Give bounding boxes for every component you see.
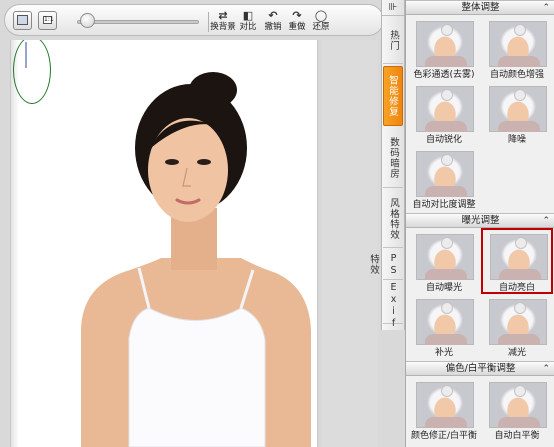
tab-style-effects[interactable]: 风格特效 bbox=[383, 190, 403, 248]
effect-preview bbox=[416, 21, 474, 67]
swap-background-icon: ⇄ bbox=[218, 9, 228, 22]
effect-thumb[interactable]: 自动颜色增强 bbox=[481, 16, 553, 82]
section-title: 曝光调整 bbox=[461, 215, 500, 226]
effect-label: 自动亮白 bbox=[498, 283, 535, 293]
actual-size-icon[interactable]: 1:1 bbox=[38, 11, 57, 30]
restore-icon: ◯ bbox=[314, 9, 328, 22]
effect-preview bbox=[489, 21, 547, 67]
effect-preview bbox=[490, 234, 548, 280]
effect-preview bbox=[416, 299, 474, 345]
tab-exif[interactable]: Exif bbox=[383, 282, 403, 330]
effect-thumb[interactable]: 自动对比度调整 bbox=[408, 146, 480, 212]
effect-thumb[interactable]: 自动锐化 bbox=[408, 81, 480, 147]
effect-thumb[interactable]: 减光 bbox=[481, 294, 553, 360]
restore-button[interactable]: ◯ 还原 bbox=[310, 10, 332, 35]
effect-thumb[interactable]: 自动白平衡 bbox=[481, 377, 553, 443]
effect-label: 自动对比度调整 bbox=[412, 200, 476, 210]
section-overall-adjust[interactable]: 整体调整 ⌃ bbox=[406, 0, 554, 15]
compare-icon: ◧ bbox=[242, 9, 254, 22]
undo-button[interactable]: ↶ 撤销 bbox=[262, 10, 284, 35]
tab-hot[interactable]: 热门 bbox=[383, 18, 403, 64]
effect-preview bbox=[416, 151, 474, 197]
section-title: 偏色/白平衡调整 bbox=[445, 363, 516, 374]
tab-ps-effects[interactable]: PS特效 bbox=[368, 250, 403, 280]
face bbox=[148, 118, 228, 222]
effect-label: 自动曝光 bbox=[425, 283, 462, 293]
toolbar: 1:1 ⇄ 换背景 ◧ 对比 ↶ 撤销 ↷ 重做 ◯ 还原 bbox=[4, 4, 384, 36]
effect-preview bbox=[489, 86, 547, 132]
hair-bun bbox=[189, 72, 237, 108]
collapse-panel-icon[interactable]: ⊪ bbox=[382, 0, 404, 16]
tab-digital-darkroom[interactable]: 数码暗房 bbox=[383, 128, 403, 188]
effect-thumb[interactable]: 降噪 bbox=[481, 81, 553, 147]
section-exposure-adjust[interactable]: 曝光调整 ⌃ bbox=[406, 213, 554, 228]
compare-button[interactable]: ◧ 对比 bbox=[237, 10, 259, 35]
effect-label: 降噪 bbox=[507, 135, 526, 145]
effect-label: 补光 bbox=[434, 348, 453, 358]
effect-preview bbox=[416, 382, 474, 428]
right-eye bbox=[197, 159, 211, 165]
white-dress bbox=[128, 307, 266, 447]
effect-thumb[interactable]: 色彩通透(去雾) bbox=[408, 16, 480, 82]
effect-label: 颜色修正/白平衡 bbox=[410, 431, 478, 441]
effect-label: 减光 bbox=[507, 348, 526, 358]
redo-icon: ↷ bbox=[292, 9, 302, 22]
effect-preview bbox=[489, 382, 547, 428]
redo-button[interactable]: ↷ 重做 bbox=[286, 10, 308, 35]
section-title: 整体调整 bbox=[461, 2, 500, 13]
left-eye bbox=[165, 159, 179, 165]
effect-label: 色彩通透(去雾) bbox=[413, 70, 475, 80]
swap-background-button[interactable]: ⇄ 换背景 bbox=[210, 9, 236, 35]
effect-label: 自动颜色增强 bbox=[489, 70, 544, 80]
adjustment-panel: 整体调整 ⌃ 色彩通透(去雾) 自动颜色增强 自动锐化 降噪 自动对比度调整 曝… bbox=[405, 0, 554, 447]
restore-label: 还原 bbox=[312, 22, 330, 32]
effect-preview bbox=[416, 86, 474, 132]
effect-thumb[interactable]: 颜色修正/白平衡 bbox=[408, 377, 480, 443]
effect-thumb-selected[interactable]: 自动亮白 bbox=[481, 228, 553, 294]
effect-thumb[interactable]: 补光 bbox=[408, 294, 480, 360]
zoom-slider-knob[interactable] bbox=[80, 13, 96, 28]
effect-preview bbox=[416, 234, 474, 280]
annotation-circle bbox=[13, 40, 51, 104]
zoom-slider[interactable] bbox=[77, 20, 199, 24]
fit-screen-icon[interactable] bbox=[13, 11, 32, 30]
portrait-photo bbox=[81, 72, 311, 447]
image-canvas[interactable] bbox=[10, 40, 318, 447]
undo-icon: ↶ bbox=[268, 9, 278, 22]
section-color-balance-adjust[interactable]: 偏色/白平衡调整 ⌃ bbox=[406, 361, 554, 376]
collapse-chevron-icon[interactable]: ⌃ bbox=[542, 362, 550, 376]
tab-smart-repair[interactable]: 智能修复 bbox=[383, 66, 403, 126]
canvas-shadow bbox=[11, 40, 19, 447]
effect-label: 自动锐化 bbox=[425, 135, 462, 145]
effect-thumb[interactable]: 自动曝光 bbox=[408, 229, 480, 295]
collapse-chevron-icon[interactable]: ⌃ bbox=[542, 214, 550, 228]
effect-label: 自动白平衡 bbox=[494, 431, 540, 441]
collapse-chevron-icon[interactable]: ⌃ bbox=[542, 1, 550, 15]
canvas-panel-gutter bbox=[322, 40, 378, 447]
effect-preview bbox=[489, 299, 547, 345]
category-tabs: ⊪ 热门 智能修复 数码暗房 风格特效 PS特效 Exif bbox=[368, 0, 405, 330]
